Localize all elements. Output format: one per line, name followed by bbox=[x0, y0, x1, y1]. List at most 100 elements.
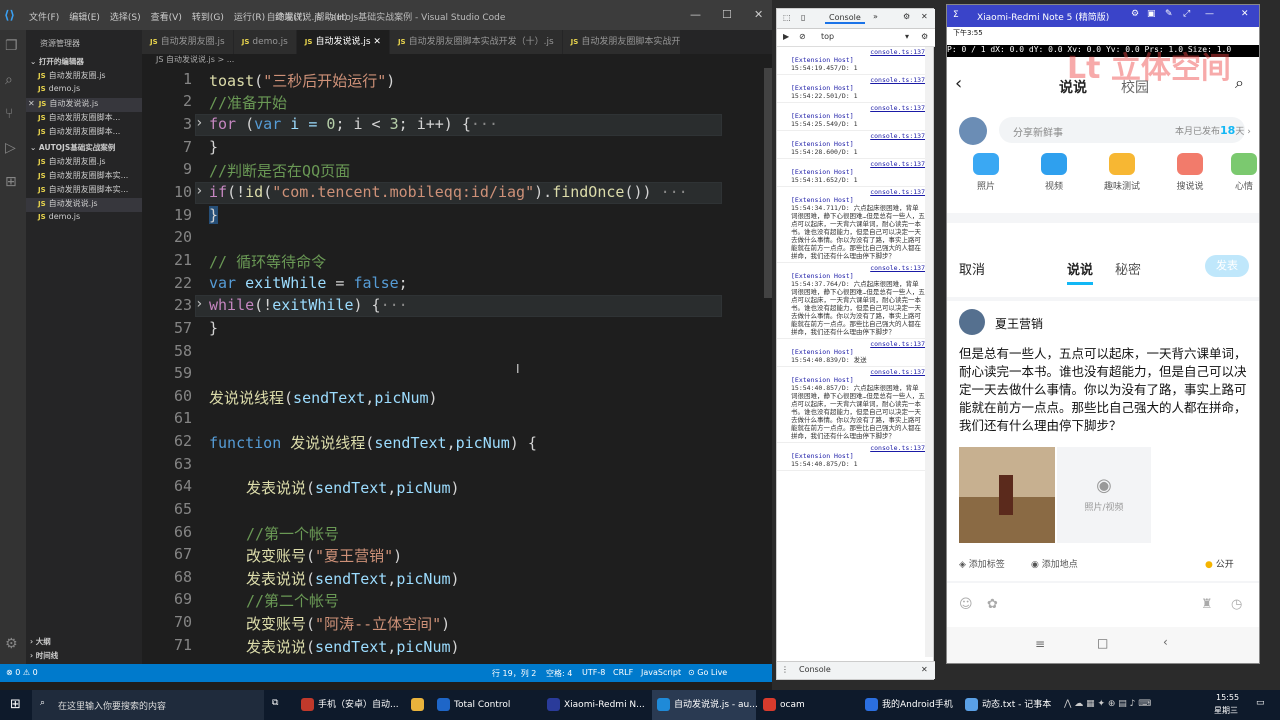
drawer-tab-console[interactable]: Console bbox=[799, 665, 831, 674]
mood-action[interactable]: 心情 bbox=[1229, 153, 1259, 192]
tab-item[interactable]: JS 自动发朋友圈.js bbox=[142, 30, 234, 54]
back-arrow-icon[interactable]: ‹ bbox=[955, 73, 962, 94]
project-file-item[interactable]: JS demo.js bbox=[26, 212, 142, 226]
close-icon[interactable]: ✕ bbox=[754, 8, 763, 21]
breadcrumb[interactable]: JS 自动发说说.js > ... bbox=[142, 54, 234, 68]
taskbar-app[interactable]: Xiaomi-Redmi N... bbox=[542, 690, 650, 720]
clock-icon[interactable]: ◷ bbox=[1231, 597, 1242, 612]
visibility-selector[interactable]: ● 公开 bbox=[1205, 557, 1234, 570]
extensions-icon[interactable]: ⊞ bbox=[5, 174, 17, 190]
taskbar-app[interactable]: 动态.txt - 记事本 bbox=[960, 690, 1058, 720]
line-ending[interactable]: CRLF bbox=[613, 668, 633, 677]
close-icon[interactable]: ✕ bbox=[1241, 9, 1249, 19]
tab-console[interactable]: Console bbox=[825, 13, 865, 24]
pin-icon[interactable]: ✎ bbox=[1165, 9, 1173, 19]
open-editor-item[interactable]: JS 自动发朋友圈脚本... bbox=[26, 126, 142, 140]
shirt-icon[interactable]: ♜ bbox=[1201, 597, 1213, 612]
tab-item[interactable]: JS 自动发朋友圈脚本实战开 bbox=[562, 30, 681, 54]
clock-weekday[interactable]: 星期三 bbox=[1214, 705, 1238, 716]
tab-item[interactable]: JS 自动发朋友圈脚本实战开发（十）.js bbox=[389, 30, 563, 54]
project-file-item-active[interactable]: JS 自动发说说.js bbox=[26, 198, 142, 212]
log-source-link[interactable]: console.ts:137 bbox=[791, 444, 925, 452]
open-editors-section[interactable]: ⌄ 打开的编辑器 bbox=[26, 56, 142, 70]
menu-help[interactable]: 帮助(H) bbox=[311, 10, 353, 23]
fold-chevron-icon[interactable]: › bbox=[195, 183, 203, 199]
context-selector[interactable]: top bbox=[821, 32, 834, 41]
settings-gear-icon[interactable]: ⚙ bbox=[5, 636, 18, 652]
sidebar-toggle-icon[interactable]: ▶ bbox=[783, 32, 789, 41]
minimize-icon[interactable]: — bbox=[1205, 9, 1214, 19]
maximize-icon[interactable]: ☐ bbox=[722, 8, 732, 21]
cancel-button[interactable]: 取消 bbox=[959, 259, 985, 278]
fold-chevron-icon[interactable]: › bbox=[195, 115, 203, 131]
go-live-button[interactable]: ⊙ Go Live bbox=[688, 668, 727, 677]
close-devtools-icon[interactable]: ✕ bbox=[921, 12, 928, 21]
taskbar-app[interactable]: ocam bbox=[758, 690, 854, 720]
close-drawer-icon[interactable]: ✕ bbox=[921, 665, 928, 674]
open-editor-item[interactable]: JS 自动发朋友圈.js bbox=[26, 70, 142, 84]
inspect-icon[interactable]: ⬚ bbox=[783, 13, 791, 22]
share-news-input[interactable]: 分享新鲜事 本月已发布18天 › bbox=[999, 117, 1251, 143]
compose-tab-secret[interactable]: 秘密 bbox=[1115, 259, 1141, 278]
editor-scrollbar[interactable] bbox=[764, 68, 772, 298]
timeline-section[interactable]: › 时间线 bbox=[26, 650, 142, 664]
publish-button[interactable]: 发表 bbox=[1205, 255, 1249, 277]
language-mode[interactable]: JavaScript bbox=[641, 668, 681, 677]
taskbar-search[interactable]: ⌕ 在这里输入你要搜索的内容 bbox=[32, 690, 264, 720]
drawer-menu-icon[interactable]: ⋮ bbox=[781, 665, 789, 674]
project-file-item[interactable]: JS 自动发朋友圈.js bbox=[26, 156, 142, 170]
settings-icon[interactable]: ⚙ bbox=[903, 12, 910, 21]
video-action[interactable]: 视频 bbox=[1029, 153, 1079, 192]
log-source-link[interactable]: console.ts:137 bbox=[791, 160, 925, 168]
tab-item-active[interactable]: JS 自动发说说.js ✕ bbox=[296, 30, 390, 54]
taskbar-app[interactable]: 手机（安卓）自动... bbox=[296, 690, 404, 720]
settings-flower-icon[interactable]: ✿ bbox=[987, 597, 998, 612]
menu-terminal[interactable]: 终端(T) bbox=[270, 10, 311, 23]
taskbar-app-chrome[interactable] bbox=[406, 690, 434, 720]
project-section[interactable]: ⌄ AUTOJS基础实战案例 bbox=[26, 142, 142, 156]
avatar[interactable] bbox=[959, 117, 987, 145]
log-source-link[interactable]: console.ts:137 bbox=[791, 340, 925, 348]
compose-tab-shuoshuo[interactable]: 说说 bbox=[1067, 259, 1094, 285]
task-view-icon[interactable]: ⧉ bbox=[272, 698, 278, 708]
problems-indicator[interactable]: ⊗ 0 ⚠ 0 bbox=[6, 668, 38, 677]
close-editor-icon[interactable]: ✕ bbox=[28, 99, 35, 108]
home-icon[interactable]: □ bbox=[1097, 636, 1108, 650]
add-location-button[interactable]: ◉ 添加地点 bbox=[1031, 557, 1078, 570]
menu-go[interactable]: 转到(G) bbox=[187, 10, 229, 23]
fullscreen-icon[interactable]: ⤢ bbox=[1183, 9, 1190, 19]
project-file-item[interactable]: JS 自动发朋友圈脚本实... bbox=[26, 184, 142, 198]
post-content-textarea[interactable]: 但是总有一些人，五点可以起床，一天背六课单词，耐心读完一本书。谁也没有超能力，但… bbox=[959, 345, 1255, 435]
menu-selection[interactable]: 选择(S) bbox=[105, 10, 146, 23]
close-tab-icon[interactable]: ✕ bbox=[373, 37, 381, 47]
clock-time[interactable]: 15:55 bbox=[1216, 693, 1239, 702]
taskbar-app-active[interactable]: 自动发说说.js - au... bbox=[652, 690, 758, 720]
project-file-item[interactable]: JS 自动发朋友圈脚本实... bbox=[26, 170, 142, 184]
open-editor-item[interactable]: JS demo.js bbox=[26, 84, 142, 98]
open-editor-item[interactable]: JS 自动发朋友圈脚本... bbox=[26, 112, 142, 126]
source-control-icon[interactable]: ⑂ bbox=[5, 106, 13, 122]
screenshot-icon[interactable]: ▣ bbox=[1147, 9, 1156, 19]
indentation[interactable]: 空格: 4 bbox=[546, 668, 572, 679]
notification-icon[interactable]: ▭ bbox=[1256, 698, 1265, 708]
taskbar-app[interactable]: 我的Android手机 bbox=[860, 690, 956, 720]
add-photo-video-button[interactable]: ◉ 照片/视频 bbox=[1057, 447, 1151, 543]
qq-emoji-icon[interactable]: ☺ bbox=[959, 597, 973, 612]
attached-photo[interactable] bbox=[959, 447, 1055, 543]
menu-run[interactable]: 运行(R) bbox=[229, 10, 270, 23]
menu-file[interactable]: 文件(F) bbox=[24, 10, 64, 23]
chevron-down-icon[interactable]: ▾ bbox=[905, 32, 909, 41]
minimize-icon[interactable]: — bbox=[690, 8, 701, 21]
run-debug-icon[interactable]: ▷ bbox=[5, 140, 16, 156]
tray-icons[interactable]: ⋀ ☁ ▦ ✦ ⊕ ▤ ♪ ⌨ bbox=[1064, 699, 1151, 709]
menu-icon[interactable]: ≡ bbox=[1035, 637, 1045, 651]
log-source-link[interactable]: console.ts:137 bbox=[791, 104, 925, 112]
menu-view[interactable]: 查看(V) bbox=[146, 10, 187, 23]
tab-campus[interactable]: 校园 bbox=[1121, 77, 1149, 97]
explorer-icon[interactable]: ❐ bbox=[5, 38, 18, 54]
more-tabs-icon[interactable]: » bbox=[873, 12, 878, 21]
tab-shuoshuo[interactable]: 说说 bbox=[1059, 77, 1087, 97]
encoding[interactable]: UTF-8 bbox=[582, 668, 605, 677]
log-source-link[interactable]: console.ts:137 bbox=[791, 76, 925, 84]
windows-start-icon[interactable]: ⊞ bbox=[10, 697, 21, 712]
